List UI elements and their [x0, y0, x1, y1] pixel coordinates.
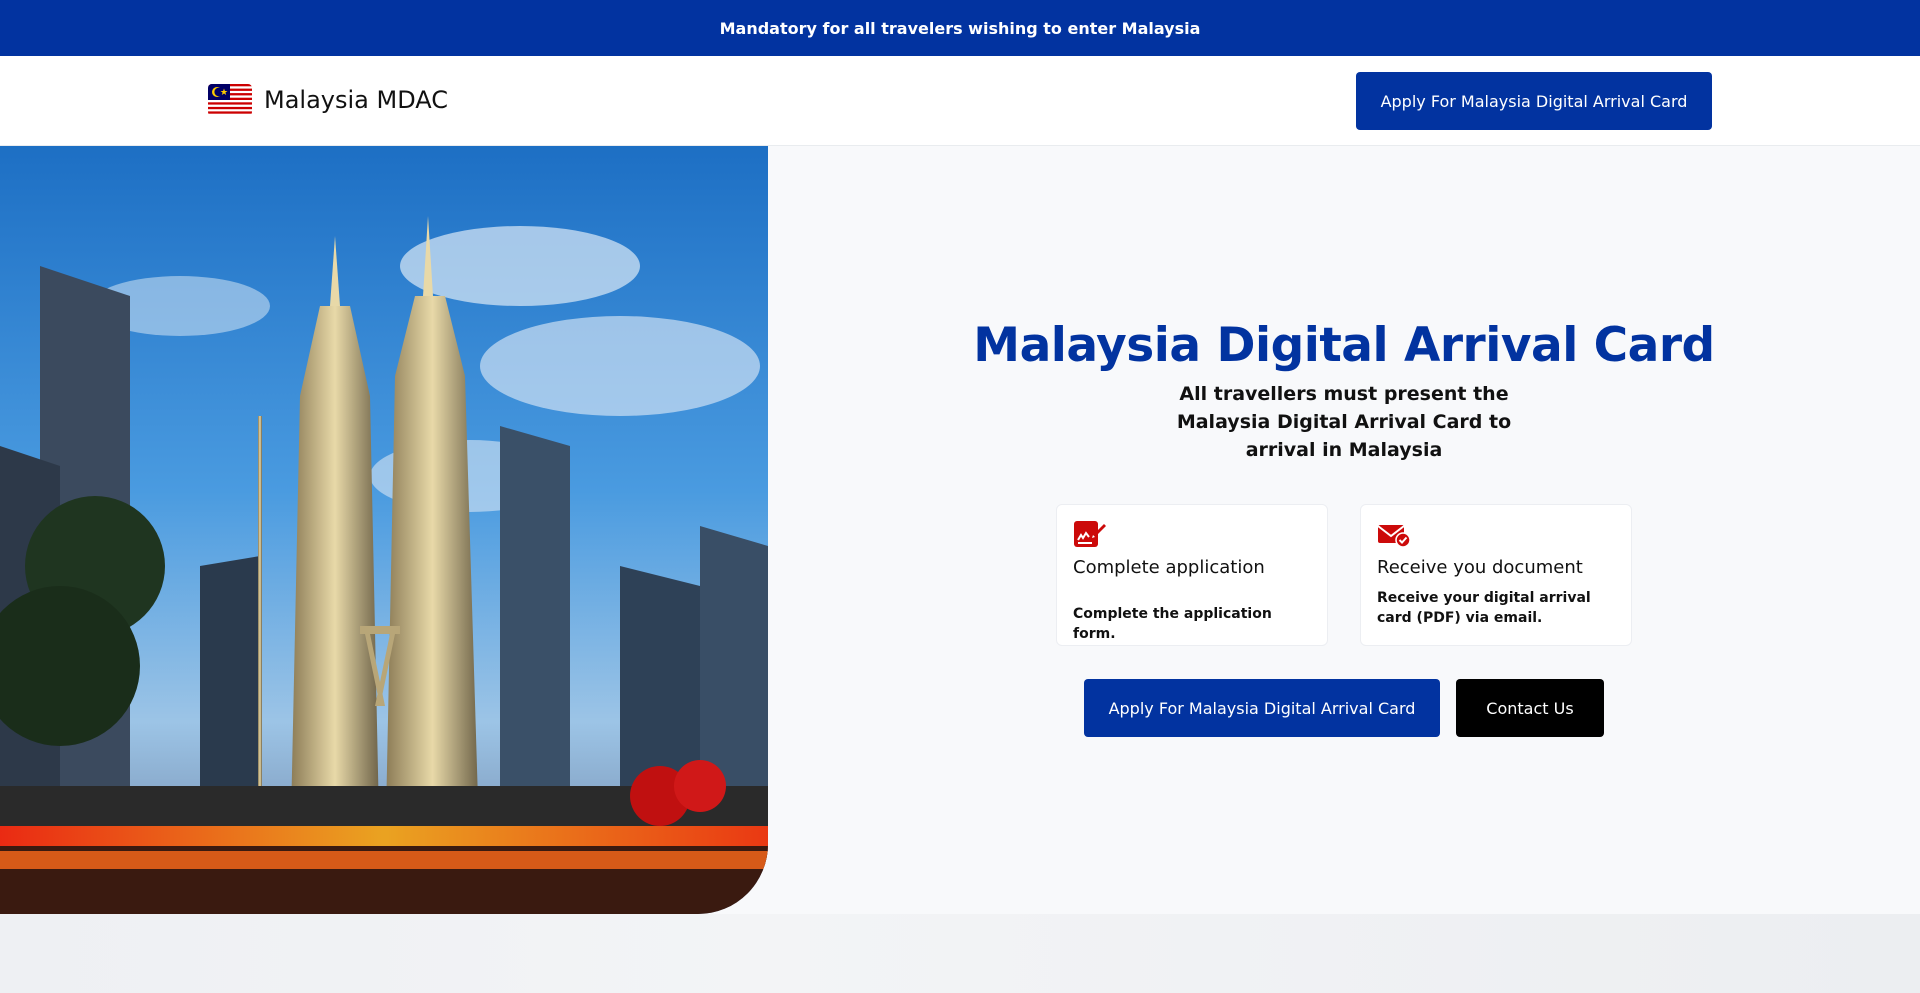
page-title: Malaysia Digital Arrival Card: [973, 318, 1715, 373]
hero-subtitle: All travellers must present the Malaysia…: [1176, 383, 1512, 461]
brand-name: Malaysia MDAC: [264, 86, 449, 114]
step-title: Complete application: [1073, 557, 1265, 578]
hero-content: Malaysia Digital Arrival Card All travel…: [768, 146, 1920, 914]
brand-link[interactable]: Malaysia MDAC: [208, 84, 448, 116]
announcement-banner: Mandatory for all travelers wishing to e…: [0, 0, 1920, 56]
email-check-icon: [1377, 525, 1411, 548]
hero-section: Malaysia Digital Arrival Card All travel…: [0, 146, 1920, 914]
contact-us-button[interactable]: Contact Us: [1456, 679, 1604, 737]
navbar: Malaysia MDAC Apply For Malaysia Digital…: [0, 56, 1920, 146]
city-skyline-illustration: [0, 146, 768, 914]
step-description: Receive your digital arrival card (PDF) …: [1377, 590, 1591, 626]
signature-document-icon: [1074, 521, 1106, 547]
apply-button[interactable]: Apply For Malaysia Digital Arrival Card: [1084, 679, 1440, 737]
step-card-complete-application: Complete application Complete the applic…: [1056, 504, 1328, 646]
step-card-receive-document: Receive you document Receive your digita…: [1360, 504, 1632, 646]
announcement-text: Mandatory for all travelers wishing to e…: [719, 18, 1201, 38]
step-title: Receive you document: [1377, 557, 1583, 578]
header-apply-button[interactable]: Apply For Malaysia Digital Arrival Card: [1356, 72, 1712, 130]
step-description: Complete the application form.: [1073, 606, 1272, 642]
petronas-towers-photo: [0, 146, 768, 914]
malaysia-flag-icon: [208, 84, 252, 116]
next-section-strip: [0, 914, 1920, 993]
